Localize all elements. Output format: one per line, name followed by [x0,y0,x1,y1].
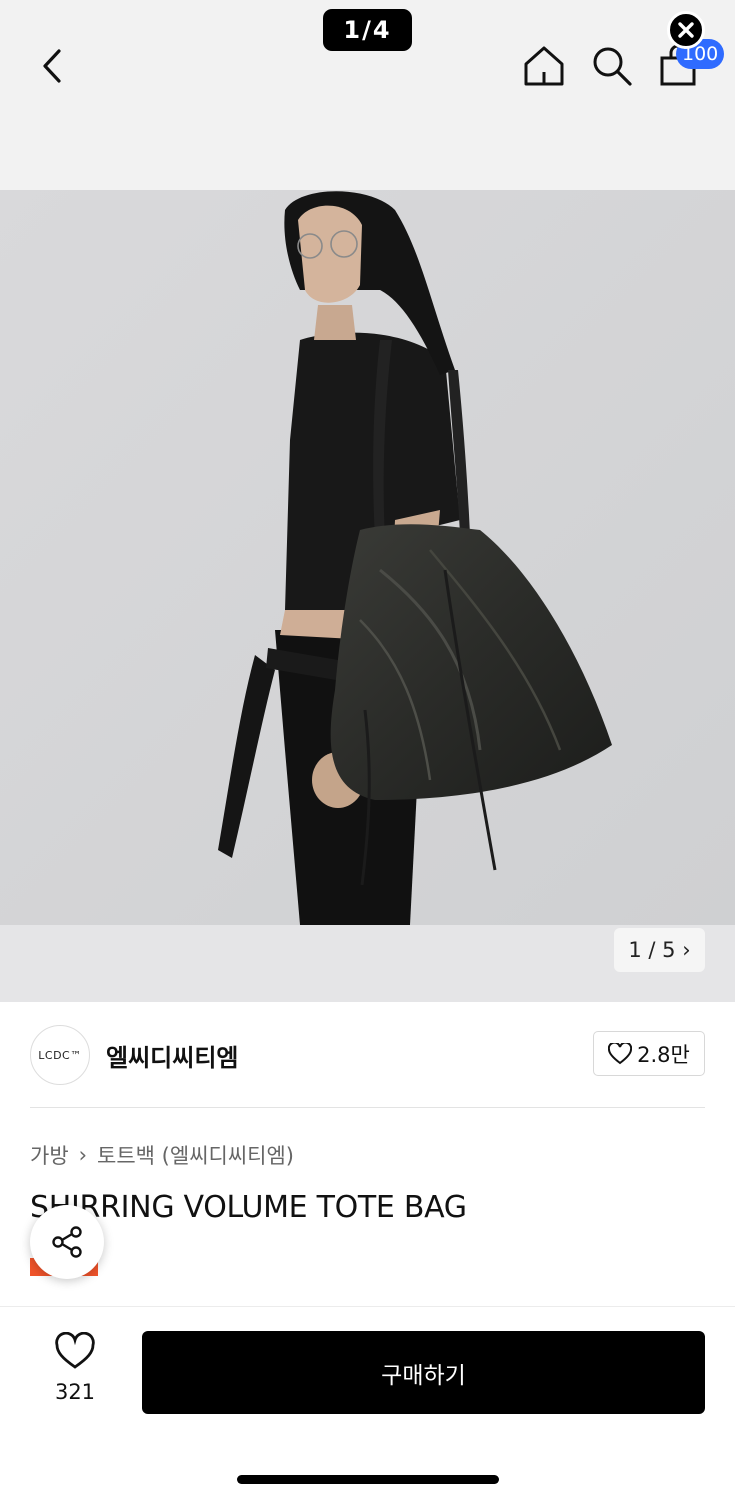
home-indicator [237,1475,499,1484]
breadcrumb-category[interactable]: 가방 [30,1140,69,1170]
brand-logo[interactable]: LCDC™ [30,1025,90,1085]
search-icon [593,47,632,86]
heart-icon [55,1331,95,1369]
breadcrumb-subcategory[interactable]: 토트백 (엘씨디씨티엠) [97,1140,294,1170]
viewer-page-counter: 1/4 [323,9,412,51]
chevron-left-icon [43,49,61,83]
brand-like-button[interactable]: 2.8만 [593,1031,705,1076]
brand-row: LCDC™ 엘씨디씨티엠 2.8만 [30,1025,705,1085]
product-like-count: 321 [54,1380,96,1404]
heart-icon [608,1042,633,1064]
home-icon [524,46,564,86]
close-icon [678,22,694,38]
product-photo[interactable] [0,190,735,925]
brand-like-count: 2.8만 [637,1042,690,1067]
search-button[interactable] [588,42,636,90]
home-button[interactable] [520,42,568,90]
divider [0,1306,735,1307]
top-header: 1/4 100 [0,0,735,190]
breadcrumb: 가방 › 토트백 (엘씨디씨티엠) [30,1140,294,1170]
close-viewer-button[interactable] [667,11,705,49]
share-icon [52,1226,82,1258]
back-button[interactable] [30,40,76,92]
buy-button[interactable]: 구매하기 [142,1331,705,1414]
product-detail-screen: 1/4 100 1 / 5 › LCDC™ 엘씨디씨티엠 2.8만 가방 › 토… [0,0,735,1500]
breadcrumb-separator: › [78,1143,88,1167]
image-counter-button[interactable]: 1 / 5 › [614,928,705,972]
brand-name[interactable]: 엘씨디씨티엠 [106,1038,238,1073]
product-like-button[interactable]: 321 [40,1331,110,1410]
share-button[interactable] [30,1205,104,1279]
product-image-gallery[interactable]: 1 / 5 › [0,190,735,1002]
divider [30,1107,705,1108]
